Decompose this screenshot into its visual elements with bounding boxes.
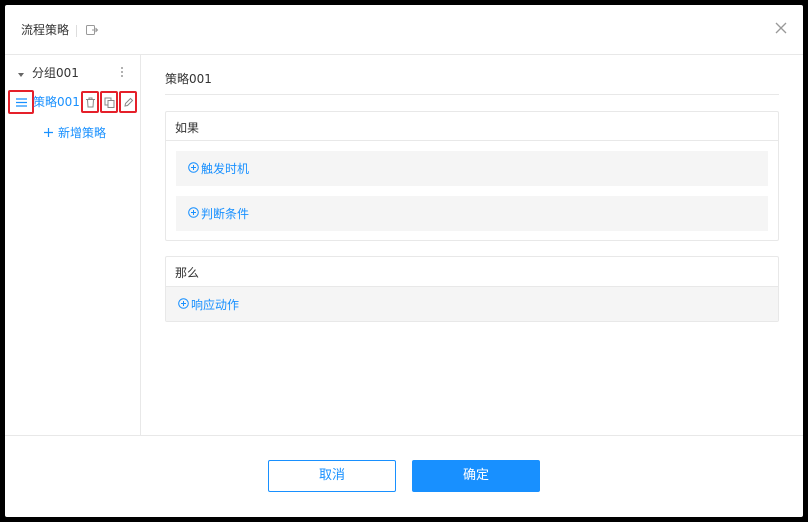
dialog-header: 流程策略 [5, 5, 803, 55]
add-action-button[interactable]: 响应动作 [166, 286, 778, 321]
if-panel: 如果 触发时机 判断条件 [165, 111, 779, 241]
then-panel: 那么 响应动作 [165, 256, 779, 322]
name-divider [165, 94, 779, 95]
group-item[interactable]: 分组001 [5, 61, 140, 85]
dialog-footer: 取消 确定 [5, 435, 803, 517]
if-panel-divider [166, 140, 778, 141]
caret-down-icon[interactable] [17, 68, 25, 77]
plus-circle-icon [188, 207, 199, 218]
add-action-label: 响应动作 [191, 298, 240, 312]
group-label: 分组001 [32, 66, 79, 80]
strategy-dialog: 流程策略 分组001 策略001 新增策略 策略001 如果 触发时机 判断条件… [5, 5, 803, 517]
confirm-button[interactable]: 确定 [412, 460, 540, 492]
dialog-title: 流程策略 [21, 23, 70, 37]
more-vertical-icon[interactable] [118, 65, 126, 79]
then-panel-title: 那么 [175, 266, 200, 280]
add-condition-button[interactable]: 判断条件 [176, 196, 768, 231]
cancel-button[interactable]: 取消 [268, 460, 396, 492]
copy-icon[interactable] [100, 91, 118, 113]
plus-icon [44, 128, 53, 137]
strategy-editor: 策略001 如果 触发时机 判断条件 那么 响应动作 [141, 55, 803, 435]
plus-circle-icon [178, 298, 189, 309]
strategy-sidebar: 分组001 策略001 新增策略 [5, 55, 141, 435]
export-icon[interactable] [85, 23, 99, 37]
add-strategy-label: 新增策略 [58, 126, 107, 140]
add-trigger-label: 触发时机 [201, 162, 250, 176]
strategy-label[interactable]: 策略001 [33, 94, 80, 110]
close-icon[interactable] [773, 20, 789, 36]
strategy-name: 策略001 [165, 72, 212, 86]
delete-icon[interactable] [81, 91, 99, 113]
strategy-item[interactable]: 策略001 [5, 89, 140, 115]
plus-circle-icon [188, 162, 199, 173]
add-condition-label: 判断条件 [201, 207, 250, 221]
drag-handle-icon[interactable] [8, 90, 34, 114]
edit-icon[interactable] [119, 91, 137, 113]
add-trigger-button[interactable]: 触发时机 [176, 151, 768, 186]
header-divider [76, 25, 77, 37]
if-panel-title: 如果 [175, 121, 200, 135]
